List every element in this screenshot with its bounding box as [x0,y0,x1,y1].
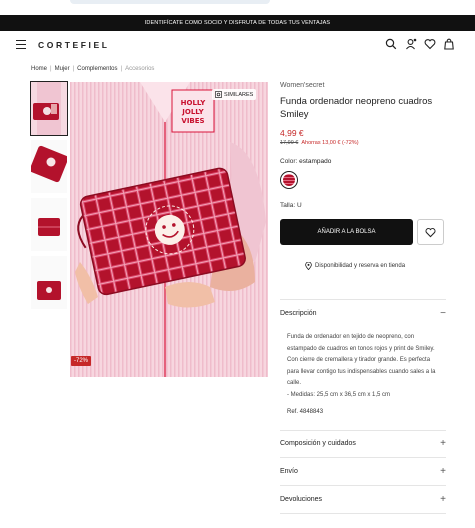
size-label: Talla: U [280,202,302,209]
thumbnail-model-image [31,82,67,135]
thumbnail-4[interactable] [31,256,67,309]
accordion-envio-label: Envío [280,468,298,475]
breadcrumb-current[interactable]: Accesorios [125,66,154,72]
thumbnail-product-image [31,140,67,193]
divider [280,485,446,486]
color-value: estampado [299,158,332,165]
add-to-bag-button[interactable]: AÑADIR A LA BOLSA [280,219,413,245]
accordion-descripcion[interactable]: Descripción − [280,308,446,319]
bag-icon[interactable] [443,38,455,50]
heart-icon[interactable] [424,38,436,50]
svg-text:VIBES: VIBES [181,117,204,125]
accordion-devoluciones-label: Devoluciones [280,496,323,503]
promo-banner[interactable]: IDENTIFÍCATE COMO SOCIO Y DISFRUTA DE TO… [0,15,475,31]
product-description: Funda de ordenador en tejido de neopreno… [287,332,442,402]
account-icon[interactable] [405,38,417,50]
main-product-image[interactable]: HOLLY JOLLY VIBES [70,82,268,377]
description-measures: - Medidas: 25,5 cm x 36,5 cm x 1,5 cm [287,391,391,398]
divider [280,457,446,458]
description-text: Funda de ordenador en tejido de neopreno… [287,334,436,387]
divider [280,430,446,431]
product-price: 4,99 € [280,128,304,138]
similar-icon [215,91,222,98]
availability-label: Disponibilidad y reserva en tienda [315,263,406,269]
expand-icon: + [440,438,446,449]
divider [280,299,446,300]
wishlist-button[interactable] [417,219,444,245]
product-reference: Ref. 4848843 [287,409,324,415]
similares-button[interactable]: SIMILARES [212,89,257,100]
old-price-value: 17,99 € [280,140,299,146]
breadcrumb: Home | Mujer | Complementos | Accesorios [31,66,155,72]
product-photo: HOLLY JOLLY VIBES [70,82,268,377]
accordion-descripcion-label: Descripción [280,310,317,317]
accordion-devoluciones[interactable]: Devoluciones + [280,494,446,505]
breadcrumb-complementos[interactable]: Complementos [77,66,117,72]
product-title: Funda ordenador neopreno cuadros Smiley [280,96,433,120]
thumbnail-2[interactable] [31,140,67,193]
breadcrumb-mujer[interactable]: Mujer [55,66,70,72]
menu-icon[interactable] [16,40,26,49]
thumbnail-detail-image [31,256,67,309]
divider [280,513,446,514]
accordion-composicion[interactable]: Composición y cuidados + [280,438,446,449]
collapse-icon: − [440,308,446,319]
svg-text:JOLLY: JOLLY [181,108,204,116]
color-label: Color: estampado [280,158,332,165]
thumbnail-3[interactable] [31,198,67,251]
expand-icon: + [440,466,446,477]
svg-text:HOLLY: HOLLY [181,99,207,107]
promo-text: IDENTIFÍCATE COMO SOCIO Y DISFRUTA DE TO… [144,20,331,26]
breadcrumb-home[interactable]: Home [31,66,47,72]
search-icon[interactable] [385,38,397,50]
thumbnail-1[interactable] [30,81,68,136]
expand-icon: + [440,494,446,505]
logo[interactable]: CORTEFIEL [38,40,110,50]
old-price: 17,99 € Ahorras 13,00 € (-72%) [280,140,359,146]
location-pin-icon [305,262,312,270]
browser-top-pill [70,0,270,4]
accordion-envio[interactable]: Envío + [280,466,446,477]
accordion-composicion-label: Composición y cuidados [280,440,356,447]
heart-icon [425,227,436,237]
thumbnail-back-image [31,198,67,251]
discount-badge: -72% [71,356,92,366]
savings-text: Ahorras 13,00 € (-72%) [301,140,359,146]
similares-label: SIMILARES [224,91,254,98]
product-brand[interactable]: Women'secret [280,82,324,89]
store-availability-link[interactable]: Disponibilidad y reserva en tienda [305,262,405,270]
color-swatch[interactable] [280,171,298,189]
